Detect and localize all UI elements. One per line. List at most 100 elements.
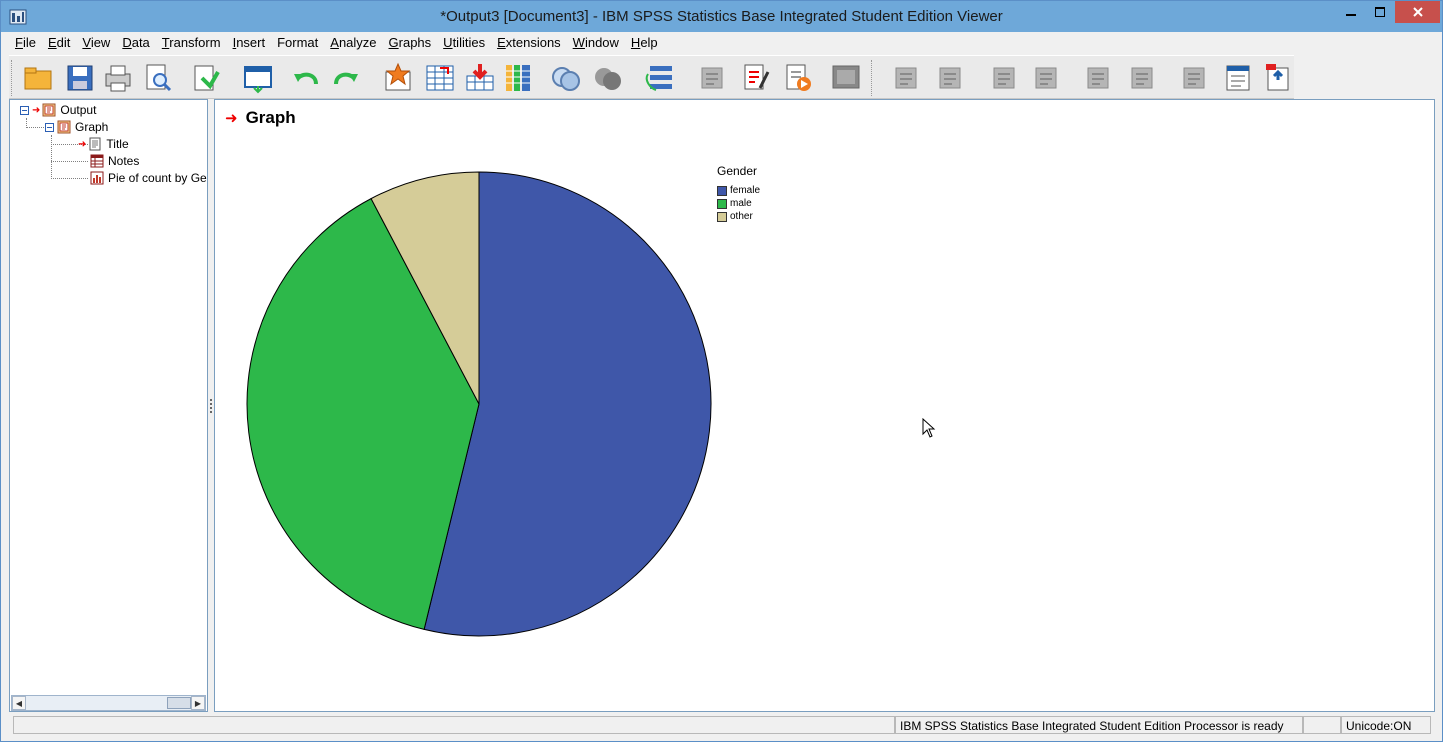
- insert-heading-button[interactable]: [1221, 62, 1255, 94]
- insert-title-icon: [1266, 64, 1289, 91]
- menu-utilities[interactable]: Utilities: [437, 32, 491, 53]
- recall-dialog-button[interactable]: [241, 62, 275, 94]
- toolbar-grip[interactable]: [11, 60, 14, 96]
- menu-edit[interactable]: Edit: [42, 32, 76, 53]
- chart-icon: [90, 171, 104, 185]
- output-content-pane[interactable]: ➜ Graph Gender female male other: [214, 99, 1435, 712]
- viewer-window: *Output3 [Document3] - IBM SPSS Statisti…: [0, 0, 1443, 742]
- menu-label: ile: [22, 35, 36, 50]
- menu-extensions[interactable]: Extensions: [491, 32, 567, 53]
- scroll-thumb[interactable]: [167, 697, 191, 709]
- legend-entry-other: other: [717, 210, 760, 223]
- title-bar[interactable]: *Output3 [Document3] - IBM SPSS Statisti…: [1, 1, 1442, 32]
- status-empty-cell: [13, 716, 895, 734]
- splitter-grip-icon[interactable]: [210, 399, 212, 413]
- maximize-button[interactable]: [1367, 1, 1393, 23]
- close-button[interactable]: [1395, 1, 1440, 23]
- menu-mnemonic: W: [572, 35, 585, 50]
- insert-table-button[interactable]: [889, 62, 923, 94]
- pie-chart[interactable]: [215, 100, 775, 660]
- menu-mnemonic: H: [630, 35, 641, 50]
- redo-button[interactable]: [329, 62, 363, 94]
- collapse-icon: [1087, 67, 1109, 89]
- save-icon: [67, 65, 93, 91]
- menu-graphs[interactable]: Graphs: [383, 32, 438, 53]
- export-icon: [194, 65, 220, 91]
- insert-text-button[interactable]: [781, 62, 815, 94]
- demote-button[interactable]: [987, 62, 1021, 94]
- hide-icon: [1183, 67, 1205, 89]
- goto-case-icon: [426, 65, 454, 91]
- select-cases-button[interactable]: [591, 62, 625, 94]
- variables-button[interactable]: [501, 62, 535, 94]
- tree-node-pie-chart[interactable]: Pie of count by Ge: [90, 170, 207, 186]
- menu-label: raphs: [398, 35, 432, 50]
- show-button[interactable]: [1125, 62, 1159, 94]
- menu-label: nsert: [236, 35, 266, 50]
- menu-analyze[interactable]: Analyze: [324, 32, 382, 53]
- designate-window-button[interactable]: [549, 62, 583, 94]
- goto-case-button[interactable]: [423, 62, 457, 94]
- expand-button[interactable]: [1029, 62, 1063, 94]
- menu-label: elp: [640, 35, 658, 50]
- export-button[interactable]: [189, 62, 223, 94]
- output-bookmark-button[interactable]: [695, 62, 729, 94]
- legend-label: female: [730, 185, 761, 196]
- menu-data[interactable]: Data: [116, 32, 155, 53]
- collapse-toggle-icon[interactable]: [20, 105, 29, 115]
- tree-node-notes[interactable]: Notes: [90, 153, 139, 169]
- legend-title: Gender: [717, 164, 758, 178]
- edit-button[interactable]: [739, 62, 773, 94]
- tree-node-title[interactable]: ➜ Title: [78, 136, 129, 152]
- menu-label: Format: [277, 35, 319, 50]
- minimize-button[interactable]: [1337, 1, 1365, 23]
- mouse-cursor-icon: [922, 418, 936, 438]
- print-button[interactable]: [101, 62, 135, 94]
- menu-mnemonic: D: [122, 35, 132, 50]
- insert-title-button[interactable]: [1261, 62, 1295, 94]
- current-item-arrow-icon: ➜: [32, 104, 41, 116]
- tree-node-output[interactable]: ➜ Output: [20, 102, 96, 118]
- insert-table-icon: [895, 67, 917, 89]
- goto-variable-button[interactable]: [463, 62, 497, 94]
- output-bookmark-icon: [701, 67, 723, 89]
- navigator-horizontal-scrollbar[interactable]: ◀ ▶: [11, 695, 206, 711]
- scroll-right-icon[interactable]: ▶: [191, 696, 205, 710]
- menu-window[interactable]: Window: [567, 32, 625, 53]
- legend-label: other: [730, 211, 753, 222]
- menu-mnemonic: E: [47, 35, 57, 50]
- promote-button[interactable]: [933, 62, 967, 94]
- tree-label: Notes: [108, 154, 140, 168]
- hide-button[interactable]: [1177, 62, 1211, 94]
- print-preview-icon: [146, 64, 172, 92]
- menu-mnemonic: A: [330, 35, 339, 50]
- undo-button[interactable]: [289, 62, 323, 94]
- menu-insert[interactable]: Insert: [227, 32, 272, 53]
- edit-icon: [744, 64, 770, 90]
- status-empty-cell: [1303, 716, 1341, 734]
- window-title: *Output3 [Document3] - IBM SPSS Statisti…: [440, 8, 1003, 25]
- pivot-button[interactable]: [643, 62, 677, 94]
- scroll-left-icon[interactable]: ◀: [12, 696, 26, 710]
- save-button[interactable]: [63, 62, 97, 94]
- menu-file[interactable]: File: [9, 32, 42, 53]
- legend-entry-male: male: [717, 197, 760, 210]
- collapse-button[interactable]: [1081, 62, 1115, 94]
- print-preview-button[interactable]: [141, 62, 175, 94]
- insert-chart-button[interactable]: [829, 62, 863, 94]
- goto-data-button[interactable]: [381, 62, 415, 94]
- menu-view[interactable]: View: [76, 32, 116, 53]
- menu-label: nalyze: [338, 35, 377, 50]
- designate-window-icon: [552, 67, 580, 91]
- output-navigator: ➜ Output Graph ➜ Title Notes Pie of coun…: [9, 99, 208, 712]
- toolbar-grip[interactable]: [871, 60, 874, 96]
- promote-icon: [939, 67, 961, 89]
- menu-format[interactable]: Format: [271, 32, 324, 53]
- open-button[interactable]: [21, 62, 55, 94]
- tree-node-graph[interactable]: Graph: [45, 119, 108, 135]
- menu-transform[interactable]: Transform: [156, 32, 227, 53]
- menu-label: ransform: [169, 35, 221, 50]
- menu-help[interactable]: Help: [625, 32, 664, 53]
- expand-icon: [1035, 67, 1057, 89]
- collapse-toggle-icon[interactable]: [45, 122, 54, 132]
